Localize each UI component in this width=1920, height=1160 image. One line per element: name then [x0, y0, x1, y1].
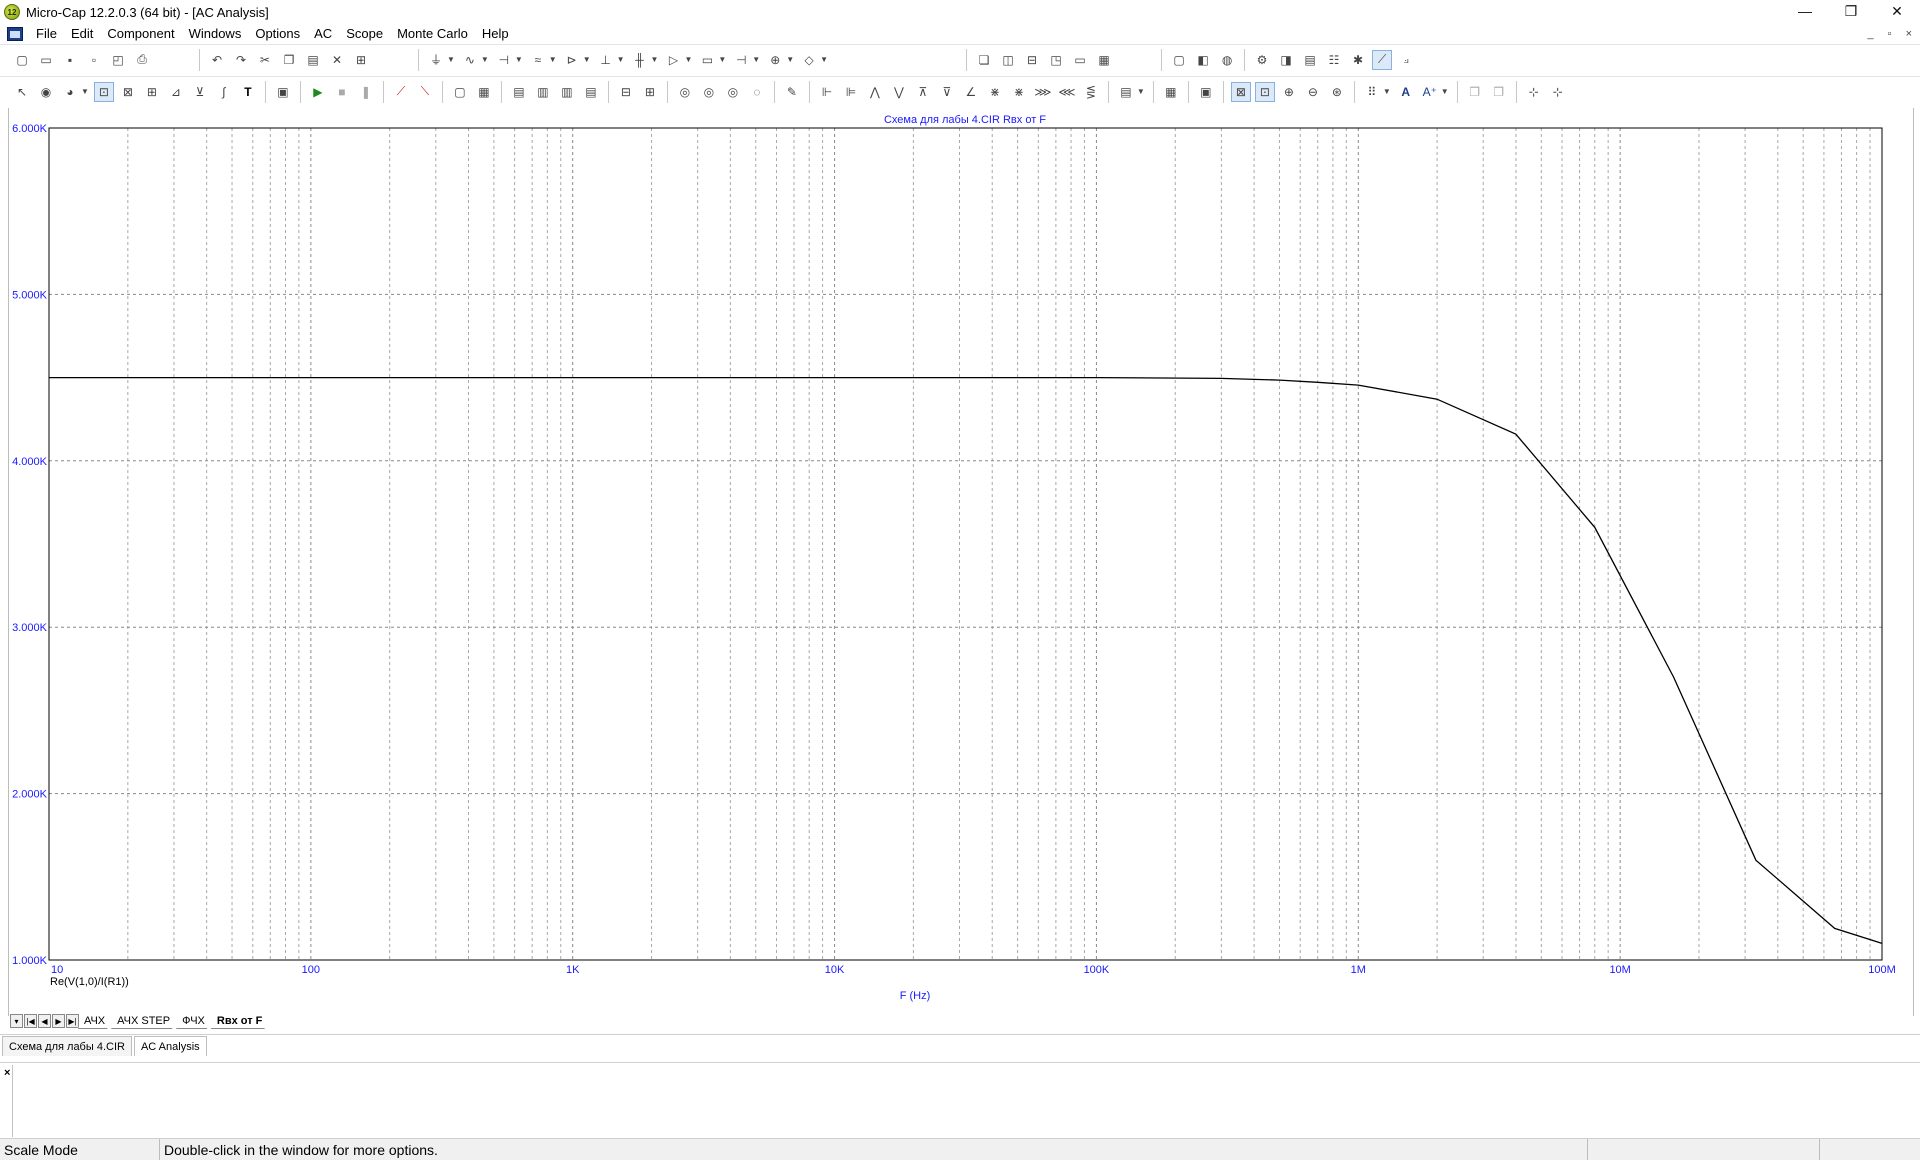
next-tab-button[interactable]: ▶ [52, 1014, 65, 1028]
x-tick-label: 100M [1868, 964, 1896, 976]
last-tab-button[interactable]: ▶| [66, 1014, 79, 1028]
y-tick-label: 5.000K [12, 289, 48, 301]
tab-menu-dropdown-icon[interactable]: ▾ [10, 1014, 23, 1028]
tab-fchh[interactable]: ФЧХ [176, 1013, 213, 1029]
prev-tab-button[interactable]: ◀ [38, 1014, 51, 1028]
file-tabs: Схема для лабы 4.CIR AC Analysis [0, 1034, 1920, 1056]
status-bar: Scale Mode Double-click in the window fo… [0, 1138, 1920, 1160]
y-tick-label: 3.000K [12, 622, 48, 634]
status-message: Double-click in the window for more opti… [160, 1139, 1588, 1160]
tab-achh[interactable]: АЧХ [78, 1013, 113, 1029]
x-tick-label: 1K [566, 964, 580, 976]
series-line [49, 376, 1883, 945]
close-output-icon[interactable]: × [4, 1067, 10, 1079]
output-text-area[interactable] [12, 1065, 1912, 1137]
curve-layer [49, 376, 1883, 945]
y-tick-label: 1.000K [12, 955, 48, 967]
tab-achh-step[interactable]: АЧХ STEP [111, 1013, 178, 1029]
status-extra-2 [1820, 1139, 1920, 1160]
y-tick-label: 4.000K [12, 456, 48, 468]
status-mode: Scale Mode [0, 1139, 160, 1160]
y-tick-labels: 1.000K2.000K3.000K4.000K5.000K6.000K [12, 123, 48, 967]
y-expression-label[interactable]: Re(V(1,0)/I(R1)) [50, 976, 129, 988]
tab-rvx-ot-f[interactable]: Rвх от F [211, 1013, 271, 1029]
plot-title: Схема для лабы 4.CIR Rвх от F [883, 114, 1047, 126]
x-tick-label: 100 [302, 964, 320, 976]
first-tab-button[interactable]: |◀ [24, 1014, 37, 1028]
app-window: 12 Micro-Cap 12.2.0.3 (64 bit) - [AC Ana… [0, 0, 1920, 1160]
output-pane: × [0, 1062, 1920, 1140]
tab-ac-analysis[interactable]: AC Analysis [133, 1036, 207, 1056]
x-tick-label: 100K [1084, 964, 1110, 976]
x-axis-label: F (Hz) [899, 990, 931, 1002]
x-tick-label: 10 [51, 964, 63, 976]
plot-border [48, 127, 1883, 961]
status-extra [1588, 1139, 1820, 1160]
ac-analysis-plot[interactable]: 1.000K2.000K3.000K4.000K5.000K6.000K 10 1… [0, 0, 1920, 1010]
tab-schematic-file[interactable]: Схема для лабы 4.CIR [2, 1036, 132, 1056]
y-tick-label: 2.000K [12, 789, 48, 801]
analysis-page-tabs: ▾ |◀ ◀ ▶ ▶| АЧХ АЧХ STEP ФЧХ Rвх от F [10, 1012, 270, 1030]
x-tick-label: 1M [1351, 964, 1366, 976]
plot-grid [49, 128, 1882, 960]
x-tick-labels: 10 100 1K 10K 100K 1M 10M 100M [51, 964, 1896, 976]
x-tick-label: 10K [825, 964, 845, 976]
x-tick-label: 10M [1609, 964, 1630, 976]
